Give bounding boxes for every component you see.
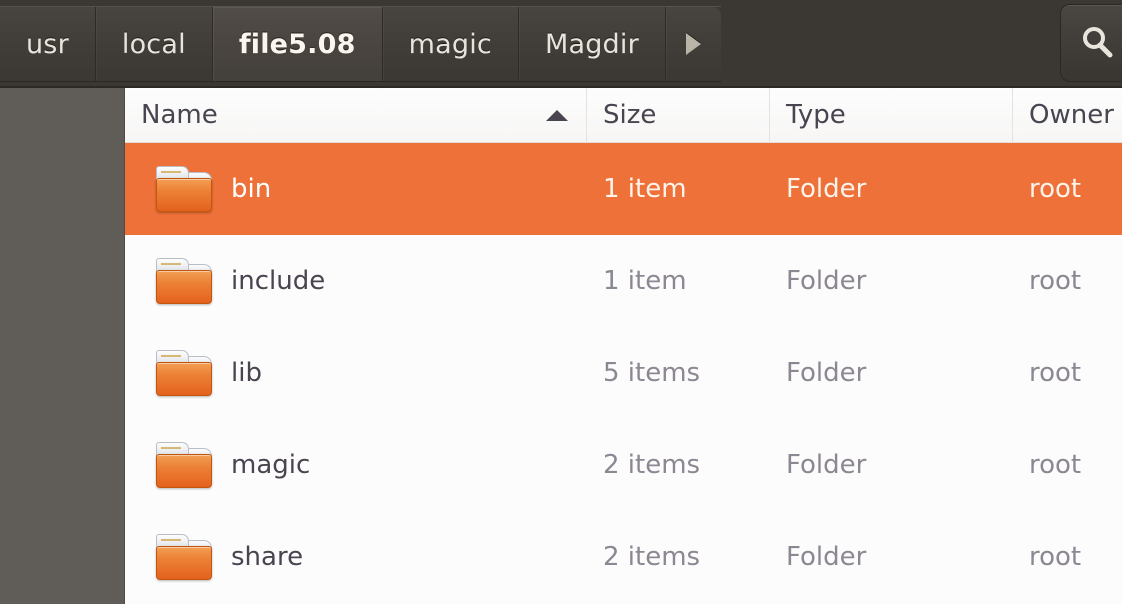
column-header-label: Type (786, 100, 846, 130)
breadcrumb-item-magdir[interactable]: Magdir (518, 7, 666, 81)
cell-owner: root (1029, 174, 1082, 204)
cell-name: share (125, 511, 587, 603)
table-row[interactable]: share 2 items Folder root (125, 511, 1122, 603)
cell-owner: root (1029, 266, 1082, 296)
table-row[interactable]: magic 2 items Folder root (125, 419, 1122, 511)
table-row[interactable]: bin 1 item Folder root (125, 143, 1122, 235)
column-header-label: Owner (1029, 100, 1114, 130)
column-header-size[interactable]: Size (587, 88, 770, 142)
breadcrumb-item-file5-08[interactable]: file5.08 (212, 7, 383, 81)
cell-type: Folder (786, 174, 867, 204)
cell-size: 1 item (603, 266, 687, 296)
folder-icon (155, 534, 213, 580)
cell-name: magic (125, 419, 587, 511)
column-header-label: Name (141, 100, 218, 130)
cell-type: Folder (786, 450, 867, 480)
cell-size: 1 item (603, 174, 687, 204)
folder-icon (155, 166, 213, 212)
cell-type: Folder (786, 358, 867, 388)
file-name-label: share (231, 542, 304, 572)
column-header-label: Size (603, 100, 657, 130)
sort-ascending-icon (546, 109, 568, 121)
file-list-rows: bin 1 item Folder root include 1 item Folder ro… (125, 143, 1122, 603)
file-list-header: Name Size Type Owner (125, 88, 1122, 143)
table-row[interactable]: include 1 item Folder root (125, 235, 1122, 327)
column-header-owner[interactable]: Owner (1013, 88, 1122, 142)
file-name-label: lib (231, 358, 262, 388)
breadcrumb-item-magic[interactable]: magic (382, 7, 519, 81)
search-icon (1078, 23, 1118, 63)
table-row[interactable]: lib 5 items Folder root (125, 327, 1122, 419)
cell-owner: root (1029, 450, 1082, 480)
file-list-pane: Name Size Type Owner bin 1 item Folder root inc… (125, 88, 1122, 604)
cell-owner: root (1029, 542, 1082, 572)
cell-size: 5 items (603, 358, 701, 388)
sidebar-places-panel[interactable] (0, 88, 125, 604)
cell-size: 2 items (603, 450, 701, 480)
cell-type: Folder (786, 542, 867, 572)
column-header-type[interactable]: Type (770, 88, 1013, 142)
file-name-label: include (231, 266, 326, 296)
file-manager-window: usr local file5.08 magic Magdir Name Size Type… (0, 0, 1122, 604)
search-button[interactable] (1060, 4, 1122, 82)
breadcrumb-item-local[interactable]: local (95, 7, 213, 81)
file-name-label: bin (231, 174, 272, 204)
folder-icon (155, 258, 213, 304)
breadcrumb-item-usr[interactable]: usr (0, 7, 96, 81)
breadcrumb: usr local file5.08 magic Magdir (0, 6, 721, 82)
file-name-label: magic (231, 450, 311, 480)
folder-icon (155, 350, 213, 396)
cell-name: include (125, 235, 587, 327)
folder-icon (155, 442, 213, 488)
column-header-name[interactable]: Name (125, 88, 587, 142)
cell-size: 2 items (603, 542, 701, 572)
chevron-right-icon (685, 33, 701, 55)
toolbar: usr local file5.08 magic Magdir (0, 0, 1122, 88)
cell-name: lib (125, 327, 587, 419)
cell-owner: root (1029, 358, 1082, 388)
breadcrumb-overflow-button[interactable] (665, 7, 721, 81)
cell-name: bin (125, 143, 587, 235)
cell-type: Folder (786, 266, 867, 296)
